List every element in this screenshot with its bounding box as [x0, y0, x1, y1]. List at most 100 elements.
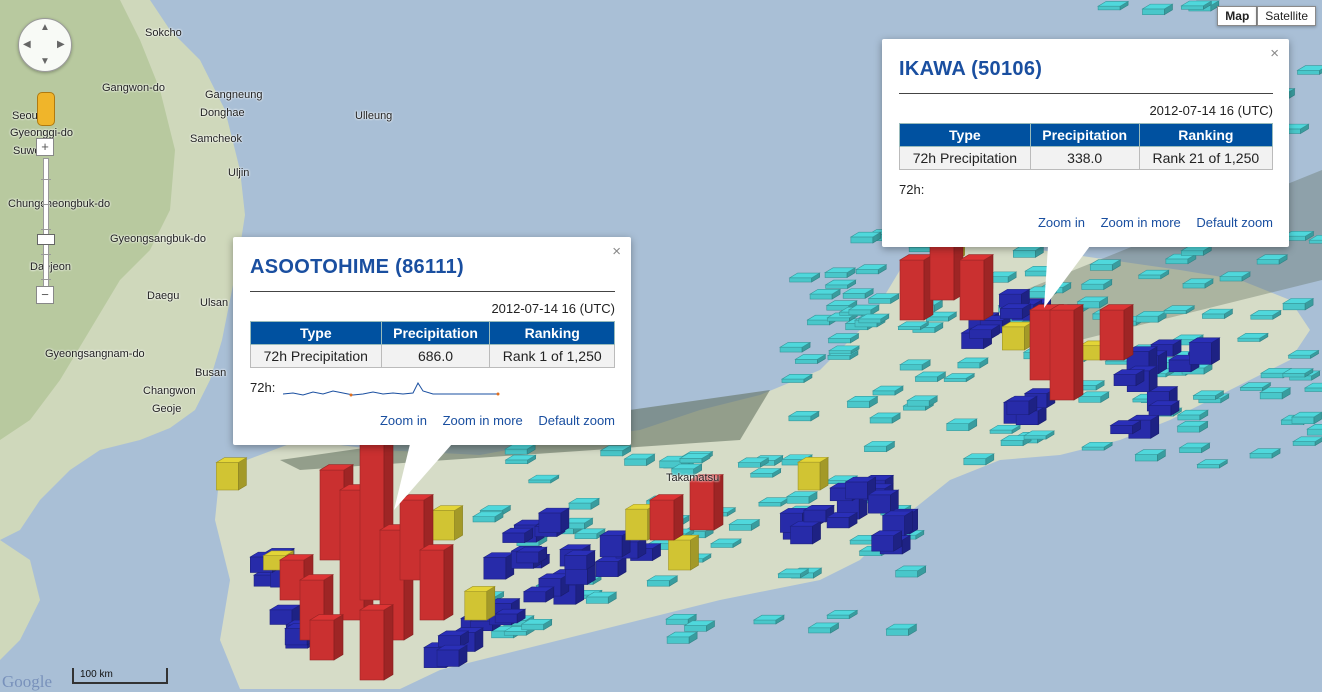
table-cell: 72h Precipitation — [899, 146, 1031, 170]
precip-block[interactable] — [1147, 400, 1181, 416]
table-header: Type — [899, 123, 1031, 147]
zoom-in-link[interactable]: Zoom in — [380, 413, 427, 428]
place-label: Seoul — [12, 110, 41, 122]
precip-block[interactable] — [870, 530, 903, 552]
precip-block[interactable] — [522, 586, 555, 603]
pan-right-icon[interactable]: ▶ — [57, 40, 65, 50]
pan-left-icon[interactable]: ◀ — [23, 40, 31, 50]
table-header-row: Type Precipitation Ranking — [899, 123, 1274, 147]
place-label: Geoje — [152, 403, 182, 415]
table-cell: Rank 21 of 1,250 — [1138, 146, 1274, 170]
precip-block[interactable] — [308, 614, 345, 661]
zoom-out-button[interactable]: − — [36, 286, 54, 304]
precip-block[interactable] — [418, 544, 455, 621]
precip-block[interactable] — [789, 520, 822, 545]
place-label: Ulsan — [200, 297, 229, 309]
precip-block[interactable] — [1112, 369, 1146, 387]
place-label: Gangwon-do — [102, 82, 165, 94]
table-header: Ranking — [489, 321, 615, 345]
zoom-in-button[interactable]: + — [36, 138, 54, 156]
precip-block[interactable] — [494, 608, 527, 624]
precip-block[interactable] — [1001, 321, 1034, 351]
station-title: ASOOTOHIME (86111) — [250, 256, 464, 278]
precip-table: Type Precipitation Ranking 72h Precipita… — [899, 123, 1274, 170]
precip-block[interactable] — [215, 457, 248, 491]
close-icon[interactable]: × — [612, 243, 621, 260]
precip-block[interactable] — [898, 254, 935, 321]
place-label: Gyeongsangbuk-do — [110, 233, 207, 245]
close-icon[interactable]: × — [1270, 45, 1279, 62]
default-zoom-link[interactable]: Default zoom — [538, 413, 615, 428]
table-header: Precipitation — [380, 321, 491, 345]
scale-bar: 100 km — [72, 668, 168, 684]
precip-block[interactable] — [999, 303, 1032, 320]
precip-block[interactable] — [463, 585, 496, 621]
satellite-button[interactable]: Satellite — [1257, 6, 1316, 26]
precip-block[interactable] — [537, 507, 570, 534]
zoom-in-link[interactable]: Zoom in — [1038, 215, 1085, 230]
place-label: Daegu — [147, 290, 180, 302]
precip-block[interactable] — [1188, 337, 1221, 365]
precip-block[interactable] — [667, 534, 700, 571]
precip-block[interactable] — [437, 630, 470, 648]
zoom-in-more-link[interactable]: Zoom in more — [443, 413, 523, 428]
pan-down-icon[interactable]: ▼ — [40, 57, 50, 67]
sparkline-label: 72h: — [899, 182, 925, 197]
map-button[interactable]: Map — [1217, 6, 1258, 26]
precip-block[interactable] — [594, 556, 628, 578]
infowindow-ikawa: × IKAWA (50106) 2012-07-14 16 (UTC) Type… — [882, 39, 1289, 247]
table-header-row: Type Precipitation Ranking — [250, 321, 615, 345]
table-header: Precipitation — [1029, 123, 1140, 147]
precip-block[interactable] — [1005, 395, 1038, 416]
pegman-icon[interactable] — [37, 92, 55, 126]
table-cell: 686.0 — [380, 344, 491, 368]
sparkline-label: 72h: — [250, 380, 276, 395]
precip-block[interactable] — [563, 549, 596, 570]
table-row: 72h Precipitation 686.0 Rank 1 of 1,250 — [250, 344, 615, 368]
precip-block[interactable] — [968, 324, 1001, 339]
table-cell: 72h Precipitation — [250, 344, 382, 368]
precip-block[interactable] — [958, 254, 995, 321]
zoom-control: + − — [36, 138, 55, 308]
precip-block[interactable] — [1048, 304, 1085, 401]
place-label: Gangneung — [205, 89, 263, 101]
timestamp: 2012-07-14 16 (UTC) — [1149, 103, 1273, 118]
precip-block[interactable] — [435, 644, 469, 667]
zoom-in-more-link[interactable]: Zoom in more — [1101, 215, 1181, 230]
place-label: Ulleung — [355, 110, 393, 122]
sparkline — [283, 381, 500, 397]
google-logo: Google — [2, 672, 53, 691]
pan-control[interactable]: ▲ ▼ ◀ ▶ — [18, 18, 72, 72]
infowindow-asootohime: × ASOOTOHIME (86111) 2012-07-14 16 (UTC)… — [233, 237, 631, 445]
precip-block[interactable] — [1098, 304, 1135, 361]
precip-block[interactable] — [648, 494, 685, 541]
precip-block[interactable] — [515, 546, 548, 564]
precip-block[interactable] — [1109, 420, 1142, 435]
station-title: IKAWA (50106) — [899, 58, 1043, 80]
timestamp: 2012-07-14 16 (UTC) — [491, 301, 615, 316]
default-zoom-link[interactable]: Default zoom — [1196, 215, 1273, 230]
precip-block[interactable] — [796, 456, 830, 491]
precip-block[interactable] — [358, 604, 395, 681]
precip-block[interactable] — [1012, 245, 1045, 258]
scale-label: 100 km — [80, 669, 113, 680]
table-cell: 338.0 — [1029, 146, 1140, 170]
table-header: Type — [250, 321, 382, 345]
zoom-slider-handle[interactable] — [37, 234, 55, 245]
place-label: Uljin — [228, 167, 250, 179]
zoom-links: Zoom in Zoom in more Default zoom — [1038, 215, 1273, 230]
zoom-slider-track[interactable] — [37, 158, 55, 290]
pan-up-icon[interactable]: ▲ — [40, 23, 50, 33]
place-label: Chungcheongbuk-do — [8, 198, 111, 210]
place-label: Takamatsu — [666, 472, 720, 484]
precip-block[interactable] — [501, 527, 534, 544]
precip-block[interactable] — [482, 552, 515, 580]
precip-table: Type Precipitation Ranking 72h Precipita… — [250, 321, 615, 368]
precip-block[interactable] — [867, 489, 900, 514]
precip-block[interactable] — [825, 511, 859, 529]
place-label: Samcheok — [190, 133, 242, 145]
table-row: 72h Precipitation 338.0 Rank 21 of 1,250 — [899, 146, 1274, 170]
place-label: Sokcho — [145, 27, 182, 39]
place-label: Gyeongsangnam-do — [45, 348, 145, 360]
precip-block[interactable] — [945, 418, 978, 432]
